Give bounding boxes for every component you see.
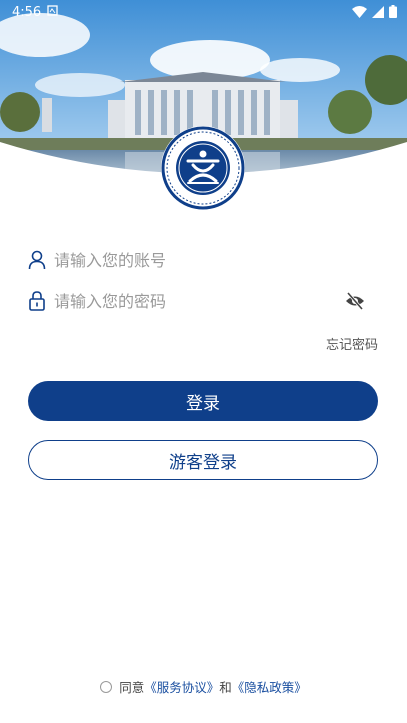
account-field-row xyxy=(28,245,378,275)
forgot-password-link[interactable]: 忘记密码 xyxy=(326,334,378,353)
guest-login-button[interactable]: 游客登录 xyxy=(28,440,378,480)
battery-icon xyxy=(389,3,397,22)
password-field-row xyxy=(28,286,378,316)
privacy-policy-link[interactable]: 《隐私政策》 xyxy=(232,677,307,696)
password-input[interactable] xyxy=(54,291,334,311)
university-emblem xyxy=(160,125,246,211)
status-time: 4:56 xyxy=(12,4,42,20)
user-icon xyxy=(28,250,46,270)
agreement-prefix: 同意 xyxy=(119,680,145,695)
wifi-icon xyxy=(352,3,367,22)
agreement-conjunction: 和 xyxy=(219,680,232,695)
agree-radio[interactable] xyxy=(100,680,113,693)
agreement-row: 同意 《服务协议》 和 《隐私政策》 xyxy=(0,677,407,696)
lock-icon xyxy=(28,291,46,311)
login-button[interactable]: 登录 xyxy=(28,381,378,421)
service-agreement-link[interactable]: 《服务协议》 xyxy=(144,677,219,696)
eye-off-icon[interactable] xyxy=(344,291,366,311)
notification-icon xyxy=(47,4,58,20)
account-input[interactable] xyxy=(54,250,334,270)
status-bar: 4:56 xyxy=(0,0,407,24)
signal-icon xyxy=(372,3,384,22)
